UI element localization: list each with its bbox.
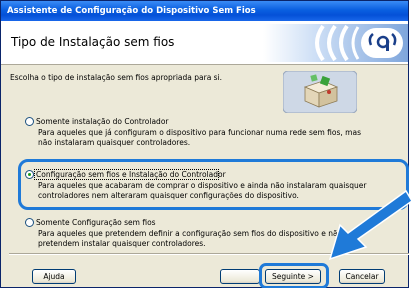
pointer-arrow-icon [328, 189, 411, 261]
next-button-highlight [259, 263, 329, 288]
option-detail: Para aqueles que já configuram o disposi… [38, 128, 361, 148]
option-detail-line: não instalaram quaisquer controladores. [38, 138, 191, 147]
option-detail-line: pretendem instalar quaisquer controlador… [38, 239, 206, 248]
window-title: Assistente de Configuração do Dispositiv… [7, 6, 256, 16]
instruction-text: Escolha o tipo de instalação sem fios ap… [10, 73, 223, 82]
cancel-button[interactable]: Cancelar [339, 269, 385, 284]
title-bar: Assistente de Configuração do Dispositiv… [1, 1, 408, 21]
option-detail-line: Para aqueles que pretendem definir a con… [38, 229, 343, 238]
wizard-header: Tipo de Instalação sem fios [1, 21, 408, 65]
wireless-signal-icon [263, 24, 408, 62]
page-title: Tipo de Instalação sem fios [11, 35, 175, 49]
radio-driver-only[interactable] [25, 117, 34, 126]
wizard-window: Assistente de Configuração do Dispositiv… [0, 0, 411, 288]
wireless-setup-box-icon [283, 71, 357, 113]
option-detail: Para aqueles que pretendem definir a con… [38, 229, 342, 249]
help-button[interactable]: Ajuda [32, 269, 76, 284]
radio-wireless-and-driver[interactable] [25, 170, 34, 179]
option-label[interactable]: Somente Configuração sem fios [36, 218, 156, 227]
option-detail-line: Para aqueles que já configuram o disposi… [38, 128, 361, 137]
option-label[interactable]: Configuração sem fios e Instalação do Co… [36, 170, 226, 179]
option-label[interactable]: Somente instalação do Controlador [36, 117, 169, 126]
back-button[interactable] [220, 269, 260, 284]
radio-wireless-only[interactable] [25, 218, 34, 227]
